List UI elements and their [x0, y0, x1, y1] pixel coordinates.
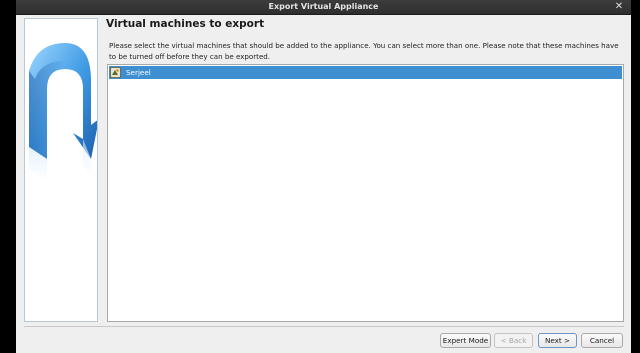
vm-os-icon	[110, 67, 121, 78]
vm-list-item[interactable]: Serjeel	[109, 66, 622, 79]
export-arrow-icon	[25, 19, 97, 321]
vm-name: Serjeel	[126, 68, 151, 77]
export-appliance-dialog: Export Virtual Appliance ✕ Virtual machi…	[16, 0, 631, 353]
window-title: Export Virtual Appliance	[268, 2, 379, 11]
button-separator	[24, 326, 624, 327]
expert-mode-button[interactable]: Expert Mode	[440, 333, 491, 348]
wizard-banner-image	[24, 18, 98, 322]
title-bar[interactable]: Export Virtual Appliance ✕	[16, 0, 631, 15]
cancel-button[interactable]: Cancel	[581, 333, 623, 348]
back-button[interactable]: < Back	[494, 333, 533, 348]
vm-list[interactable]: Serjeel	[107, 64, 624, 322]
next-button[interactable]: Next >	[538, 333, 577, 348]
page-title: Virtual machines to export	[106, 18, 265, 30]
close-icon[interactable]: ✕	[613, 1, 625, 13]
page-description: Please select the virtual machines that …	[109, 41, 619, 61]
